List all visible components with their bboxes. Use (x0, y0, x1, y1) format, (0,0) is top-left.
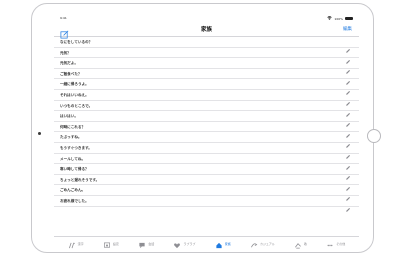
list-item-label: 元気だよ。 (60, 61, 78, 66)
polite-icon (294, 234, 302, 250)
tab-polite[interactable]: 敬 (294, 234, 307, 250)
tab-label: 設定 (112, 241, 119, 246)
list-item[interactable]: 何時にこれる？ (54, 122, 359, 138)
tab-kanji[interactable]: 漢字 (68, 234, 84, 250)
tab-label: ラブラブ (183, 241, 196, 246)
pencil-icon[interactable] (345, 177, 351, 191)
list-item[interactable]: いつものところで。 (54, 101, 359, 117)
status-bar: 9:41 100% (54, 14, 359, 22)
app-screen: 9:41 100% 家族 編集 なにをしているの？ 元気？ 元気だよ。ご飯食べた？ 一… (54, 14, 359, 250)
pencil-icon[interactable] (345, 145, 351, 159)
list-item[interactable]: たぶっすね。 (54, 132, 359, 149)
tab-casual[interactable]: カジュアル (250, 234, 275, 250)
list-item[interactable]: ちょっと遅れそうです。 (54, 175, 359, 191)
list-item[interactable]: 元気だよ。 (54, 58, 359, 74)
tab-love[interactable]: ラブラブ (173, 234, 195, 250)
family-icon (215, 234, 223, 250)
tab-talk[interactable]: 会話 (138, 234, 154, 250)
pencil-icon[interactable] (345, 60, 351, 74)
list-item-label: ご飯食べた？ (60, 71, 82, 76)
more-icon (326, 234, 334, 250)
list-item-label: メールしてね。 (60, 156, 86, 161)
pencil-icon[interactable] (345, 50, 351, 64)
pencil-icon[interactable] (345, 39, 351, 53)
list-item[interactable]: もうすぐつきます。 (54, 143, 359, 159)
tab-label: カジュアル (260, 241, 275, 246)
tab-more[interactable]: その他 (326, 234, 345, 250)
phrase-list: なにをしているの？ 元気？ 元気だよ。ご飯食べた？ 一緒に帰ろうよ。 それはいいねえ。い… (54, 37, 359, 212)
list-item-label: ごめんごめん。 (60, 188, 86, 193)
list-item-label: 一緒に帰ろうよ。 (60, 82, 89, 87)
list-item[interactable]: メールしてね。 (54, 154, 359, 170)
talk-icon (138, 234, 146, 250)
pencil-icon[interactable] (345, 81, 351, 96)
list-item[interactable]: 元気？ (54, 48, 359, 64)
tab-label: その他 (336, 241, 346, 246)
list-item[interactable]: お疲れ様でした。 (54, 196, 359, 212)
kanji-icon (68, 234, 76, 250)
love-icon (173, 234, 181, 250)
pencil-icon[interactable] (345, 124, 351, 138)
tab-label: 家族 (224, 241, 231, 246)
list-item-label: たぶっすね。 (60, 135, 82, 140)
wifi-icon (327, 16, 333, 21)
list-item-label: それはいいねえ。 (60, 92, 89, 97)
list-item[interactable]: 寒い時して帰る？ (54, 164, 359, 180)
status-time: 9:41 (60, 16, 67, 20)
pencil-icon[interactable] (345, 134, 351, 149)
tab-settings[interactable]: 設定 (103, 234, 119, 250)
list-item-label: 寒い時して帰る？ (60, 167, 89, 172)
pencil-icon[interactable] (345, 113, 351, 127)
list-item-label: もうすぐつきます。 (60, 145, 92, 150)
tab-label: 敬 (304, 241, 308, 246)
navigation-bar: 家族 編集 (54, 22, 359, 39)
pencil-icon[interactable] (345, 166, 351, 180)
page-title: 家族 (200, 27, 212, 33)
list-item-label: はいはい。 (60, 114, 78, 119)
list-item[interactable]: 一緒に帰ろうよ。 (54, 79, 359, 96)
list-item-label: なにをしているの？ (60, 40, 93, 44)
pencil-icon[interactable] (345, 198, 351, 212)
pencil-icon[interactable] (345, 156, 351, 170)
list-item-label: お疲れ様でした。 (60, 198, 89, 203)
list-item[interactable]: ごめんごめん。 (54, 185, 359, 202)
list-item-label: 何時にこれる？ (60, 124, 86, 129)
pencil-icon[interactable] (345, 71, 351, 85)
battery-label: 100% (334, 16, 343, 21)
tab-family[interactable]: 家族 (215, 234, 231, 250)
settings-icon (103, 234, 111, 250)
pencil-icon[interactable] (345, 92, 351, 106)
list-item[interactable]: ご飯食べた？ (54, 69, 359, 85)
list-item[interactable]: なにをしているの？ (54, 37, 359, 53)
edit-button[interactable]: 編集 (343, 26, 352, 32)
front-camera (38, 132, 41, 135)
list-item-label: ちょっと遅れそうです。 (60, 177, 100, 182)
list-item[interactable]: それはいいねえ。 (54, 90, 359, 106)
tab-label: 漢字 (77, 241, 84, 246)
home-button[interactable] (367, 129, 381, 143)
casual-icon (250, 234, 258, 250)
pencil-icon[interactable] (345, 187, 351, 202)
tab-bar: 漢字 設定 会話 ラブラブ 家族 カジュアル 敬 その他 (54, 236, 359, 250)
list-item-label: いつものところで。 (60, 103, 93, 108)
list-item[interactable]: はいはい。 (54, 111, 359, 127)
list-item-label: 元気？ (60, 50, 71, 55)
pencil-icon[interactable] (345, 103, 351, 117)
battery-icon (345, 17, 353, 20)
tab-label: 会話 (148, 241, 155, 246)
